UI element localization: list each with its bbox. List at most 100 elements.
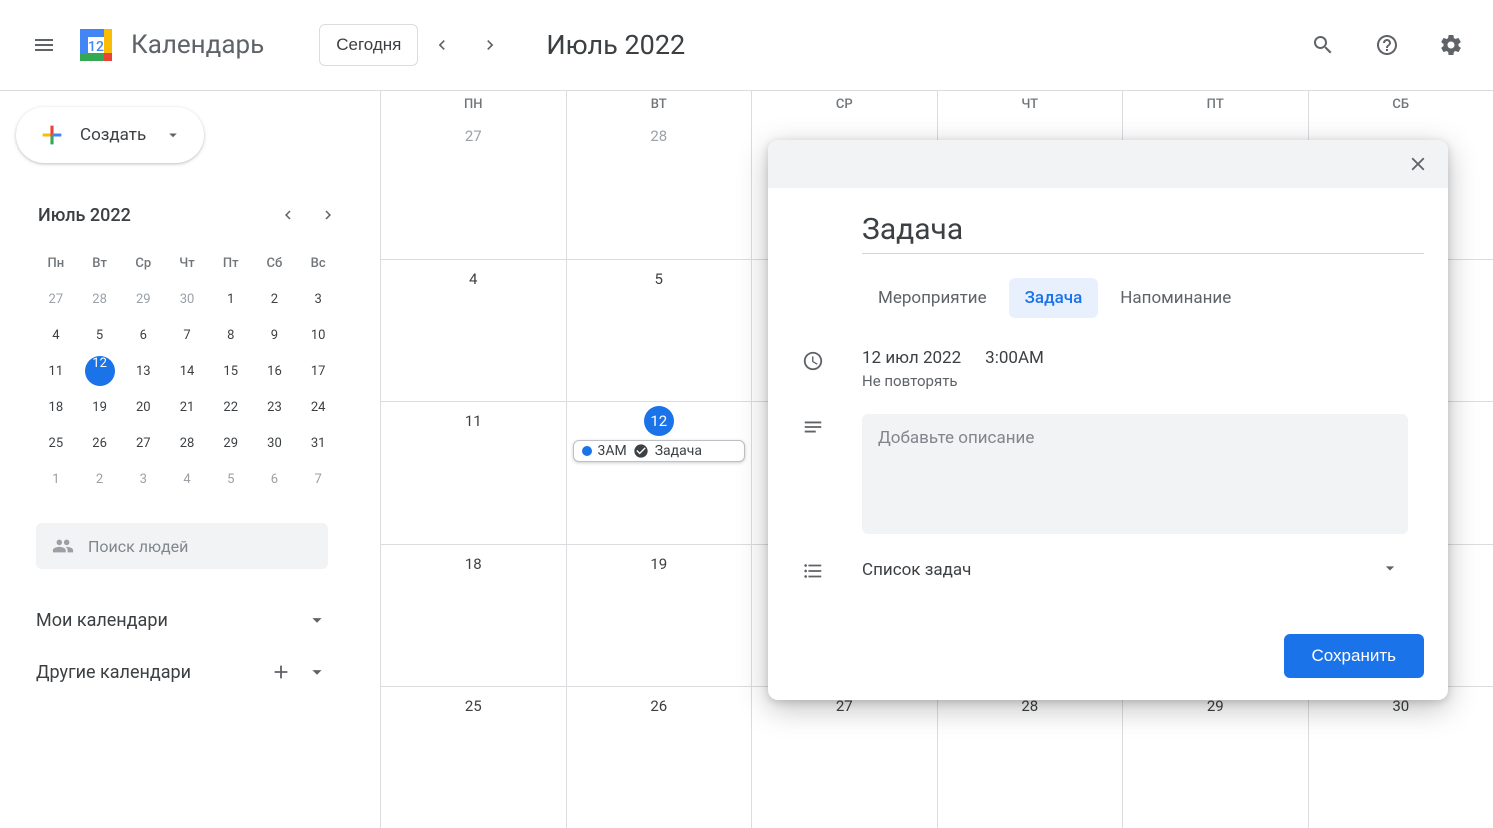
mini-day-cell[interactable]: 1 xyxy=(34,461,78,497)
mini-day-cell[interactable]: 14 xyxy=(165,353,209,389)
mini-day-cell[interactable]: 4 xyxy=(165,461,209,497)
mini-day-cell[interactable]: 18 xyxy=(34,389,78,425)
main-menu-button[interactable] xyxy=(20,21,68,69)
mini-day-cell[interactable]: 28 xyxy=(78,281,122,317)
task-time[interactable]: 3:00AM xyxy=(985,348,1044,368)
today-button[interactable]: Сегодня xyxy=(319,24,418,66)
add-icon[interactable] xyxy=(270,661,292,683)
event-title: Задача xyxy=(655,443,702,459)
mini-day-cell[interactable]: 20 xyxy=(121,389,165,425)
my-calendars-section[interactable]: Мои календари xyxy=(12,609,352,631)
tab-reminder[interactable]: Напоминание xyxy=(1104,278,1247,318)
mini-day-cell[interactable]: 26 xyxy=(78,425,122,461)
day-cell[interactable]: 11 xyxy=(380,401,566,543)
task-list-select[interactable]: Список задач xyxy=(862,560,1380,580)
notes-icon xyxy=(802,416,824,438)
next-month-button[interactable] xyxy=(470,25,510,65)
mini-day-cell[interactable]: 31 xyxy=(296,425,340,461)
mini-day-cell[interactable]: 30 xyxy=(253,425,297,461)
day-cell[interactable]: 26 xyxy=(566,686,752,828)
mini-day-cell[interactable]: 2 xyxy=(78,461,122,497)
day-cell[interactable]: 29 xyxy=(1122,686,1308,828)
help-icon xyxy=(1375,33,1399,57)
day-cell[interactable]: 27 xyxy=(751,686,937,828)
header: 12 Календарь Сегодня Июль 2022 xyxy=(0,0,1493,90)
mini-day-cell[interactable]: 29 xyxy=(209,425,253,461)
mini-day-cell[interactable]: 8 xyxy=(209,317,253,353)
prev-month-button[interactable] xyxy=(422,25,462,65)
logo: 12 Календарь xyxy=(76,25,264,65)
mini-day-cell[interactable]: 3 xyxy=(121,461,165,497)
mini-prev-button[interactable] xyxy=(272,199,304,231)
mini-day-cell[interactable]: 22 xyxy=(209,389,253,425)
mini-day-cell[interactable]: 7 xyxy=(165,317,209,353)
mini-day-cell[interactable]: 4 xyxy=(34,317,78,353)
mini-day-cell[interactable]: 19 xyxy=(78,389,122,425)
help-button[interactable] xyxy=(1365,23,1409,67)
task-title-input[interactable]: Задача xyxy=(862,206,1424,254)
mini-day-cell[interactable]: 27 xyxy=(121,425,165,461)
event-chip[interactable]: 3AMЗадача xyxy=(573,440,746,462)
search-button[interactable] xyxy=(1301,23,1345,67)
mini-day-cell[interactable]: 13 xyxy=(121,353,165,389)
mini-day-cell[interactable]: 11 xyxy=(34,353,78,389)
mini-day-cell[interactable]: 9 xyxy=(253,317,297,353)
mini-day-cell[interactable]: 5 xyxy=(78,317,122,353)
mini-day-cell[interactable]: 28 xyxy=(165,425,209,461)
mini-dow-cell: Сб xyxy=(253,245,297,281)
chevron-left-icon xyxy=(432,35,452,55)
mini-day-cell[interactable]: 2 xyxy=(253,281,297,317)
day-cell[interactable]: 18 xyxy=(380,544,566,686)
settings-button[interactable] xyxy=(1429,23,1473,67)
dropdown-icon[interactable] xyxy=(1380,558,1400,582)
mini-day-cell[interactable]: 6 xyxy=(121,317,165,353)
mini-day-cell[interactable]: 16 xyxy=(253,353,297,389)
chevron-left-icon xyxy=(279,206,297,224)
mini-day-cell[interactable]: 5 xyxy=(209,461,253,497)
save-button[interactable]: Сохранить xyxy=(1284,634,1424,678)
day-number: 25 xyxy=(458,691,488,721)
close-icon xyxy=(1407,153,1429,175)
task-date[interactable]: 12 июл 2022 xyxy=(862,348,961,368)
mini-day-cell[interactable]: 7 xyxy=(296,461,340,497)
mini-next-button[interactable] xyxy=(312,199,344,231)
mini-day-cell[interactable]: 25 xyxy=(34,425,78,461)
tab-event[interactable]: Мероприятие xyxy=(862,278,1003,318)
close-button[interactable] xyxy=(1400,146,1436,182)
mini-day-cell[interactable]: 15 xyxy=(209,353,253,389)
mini-day-cell[interactable]: 17 xyxy=(296,353,340,389)
gear-icon xyxy=(1439,33,1463,57)
people-icon xyxy=(52,535,74,557)
day-cell[interactable]: 19 xyxy=(566,544,752,686)
mini-day-cell[interactable]: 12 xyxy=(78,353,122,389)
mini-day-cell[interactable]: 23 xyxy=(253,389,297,425)
day-cell[interactable]: 27 xyxy=(380,117,566,259)
day-cell[interactable]: 4 xyxy=(380,259,566,401)
mini-day-cell[interactable]: 1 xyxy=(209,281,253,317)
search-people-placeholder: Поиск людей xyxy=(88,537,188,556)
mini-day-cell[interactable]: 27 xyxy=(34,281,78,317)
mini-day-cell[interactable]: 30 xyxy=(165,281,209,317)
mini-day-cell[interactable]: 24 xyxy=(296,389,340,425)
mini-day-cell[interactable]: 10 xyxy=(296,317,340,353)
mini-calendar-title: Июль 2022 xyxy=(38,205,131,226)
day-cell[interactable]: 12 3AMЗадача xyxy=(566,401,752,543)
description-input[interactable]: Добавьте описание xyxy=(862,414,1408,534)
mini-day-cell[interactable]: 29 xyxy=(121,281,165,317)
chevron-right-icon xyxy=(480,35,500,55)
repeat-label[interactable]: Не повторять xyxy=(862,372,1424,390)
day-number: 5 xyxy=(644,264,674,294)
day-cell[interactable]: 30 xyxy=(1308,686,1493,828)
mini-day-cell[interactable]: 6 xyxy=(253,461,297,497)
mini-day-cell[interactable]: 21 xyxy=(165,389,209,425)
day-cell[interactable]: 25 xyxy=(380,686,566,828)
day-cell[interactable]: 28 xyxy=(566,117,752,259)
mini-day-cell[interactable]: 3 xyxy=(296,281,340,317)
day-number: 12 xyxy=(644,406,674,436)
tab-task[interactable]: Задача xyxy=(1009,278,1099,318)
day-cell[interactable]: 28 xyxy=(937,686,1123,828)
create-button[interactable]: Создать xyxy=(16,107,204,163)
search-people-input[interactable]: Поиск людей xyxy=(36,523,328,569)
other-calendars-section[interactable]: Другие календари xyxy=(12,661,352,683)
day-cell[interactable]: 5 xyxy=(566,259,752,401)
